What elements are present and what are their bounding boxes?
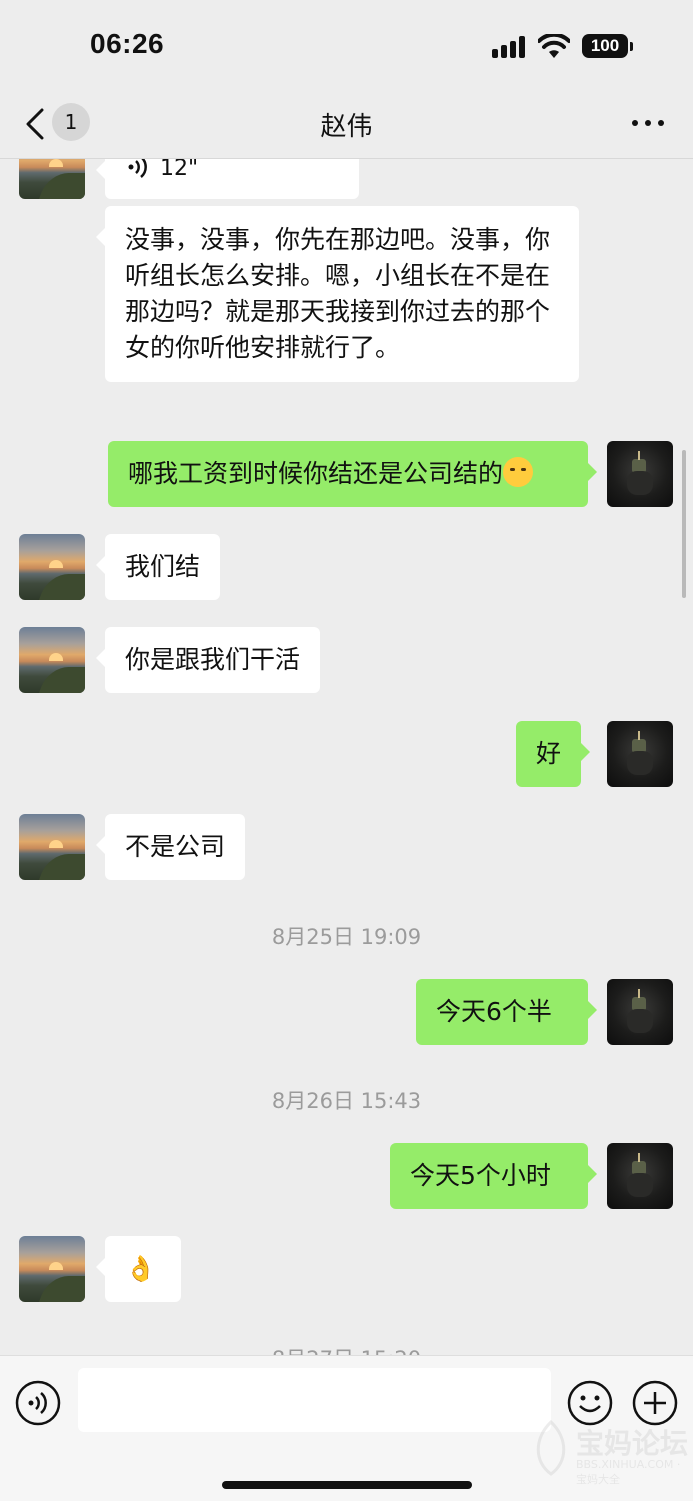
- avatar-contact[interactable]: [19, 159, 85, 199]
- laughing-emoji-icon: [503, 457, 534, 487]
- voice-wave-icon: [128, 159, 147, 178]
- battery-icon: 100: [582, 34, 628, 58]
- message-outgoing[interactable]: 今天6个半: [416, 979, 597, 1045]
- message-transcript[interactable]: 没事，没事，你先在那边吧。没事，你听组长怎么安排。嗯，小组长在不是在那边吗？就是…: [96, 206, 579, 382]
- avatar-self[interactable]: [607, 721, 673, 787]
- avatar-contact[interactable]: [19, 814, 85, 880]
- timestamp: 8月26日 15:43: [271, 1089, 422, 1113]
- message-text: 没事，没事，你先在那边吧。没事，你听组长怎么安排。嗯，小组长在不是在那边吗？就是…: [125, 225, 551, 362]
- message-outgoing[interactable]: 好: [516, 721, 591, 787]
- timestamp: 8月27日 15:20: [0, 1343, 693, 1355]
- avatar-contact[interactable]: [19, 1236, 85, 1302]
- voice-icon[interactable]: [15, 1380, 61, 1426]
- avatar-contact[interactable]: [19, 627, 85, 693]
- more-icon[interactable]: [628, 114, 668, 134]
- status-time: 06:26: [90, 28, 165, 59]
- ok-hand-emoji: 👌: [125, 1254, 157, 1283]
- message-text: 哪我工资到时候你结还是公司结的: [128, 459, 504, 488]
- watermark-text: 宝妈论坛: [576, 1427, 689, 1460]
- message-text: 今天6个半: [436, 997, 552, 1026]
- scrollbar[interactable]: [682, 450, 686, 598]
- message-list[interactable]: 12" 没事，没事，你先在那边吧。没事，你听组长怎么安排。嗯，小组长在不是在那边…: [0, 159, 693, 1355]
- wifi-icon: [538, 34, 570, 58]
- message-incoming[interactable]: 👌: [96, 1236, 181, 1302]
- message-incoming[interactable]: 你是跟我们干活: [95, 627, 321, 693]
- watermark: 宝妈论坛 BBS.XINHUA.COM · 宝妈大全: [530, 1412, 690, 1492]
- message-text: 好: [536, 739, 562, 768]
- message-text: 你是跟我们干活: [125, 645, 301, 674]
- avatar-self[interactable]: [607, 979, 673, 1045]
- avatar-self[interactable]: [607, 441, 673, 507]
- avatar-contact[interactable]: [19, 534, 85, 600]
- watermark-subtext: BBS.XINHUA.COM · 宝妈大全: [576, 1458, 681, 1486]
- home-indicator: [222, 1481, 472, 1489]
- chat-title: 赵伟: [320, 112, 373, 142]
- message-input[interactable]: [78, 1368, 551, 1432]
- message-text: 不是公司: [125, 832, 226, 861]
- watermark-leaf-icon: [536, 1419, 566, 1476]
- voice-message[interactable]: 12": [96, 159, 359, 199]
- signal-icon: [492, 36, 528, 58]
- timestamp: 8月25日 19:09: [271, 925, 422, 949]
- message-outgoing[interactable]: 今天5个小时: [390, 1143, 597, 1209]
- message-outgoing[interactable]: 哪我工资到时候你结还是公司结的: [108, 441, 597, 507]
- avatar-self[interactable]: [607, 1143, 673, 1209]
- message-text: 我们结: [125, 552, 201, 581]
- message-incoming[interactable]: 我们结: [95, 534, 221, 600]
- voice-duration: 12": [160, 159, 199, 181]
- chat-header: 1 赵伟: [0, 90, 693, 159]
- message-text: 今天5个小时: [410, 1161, 551, 1190]
- message-incoming[interactable]: 不是公司: [95, 814, 246, 880]
- status-bar: 06:26 100: [0, 0, 693, 90]
- battery-tip: [630, 42, 633, 51]
